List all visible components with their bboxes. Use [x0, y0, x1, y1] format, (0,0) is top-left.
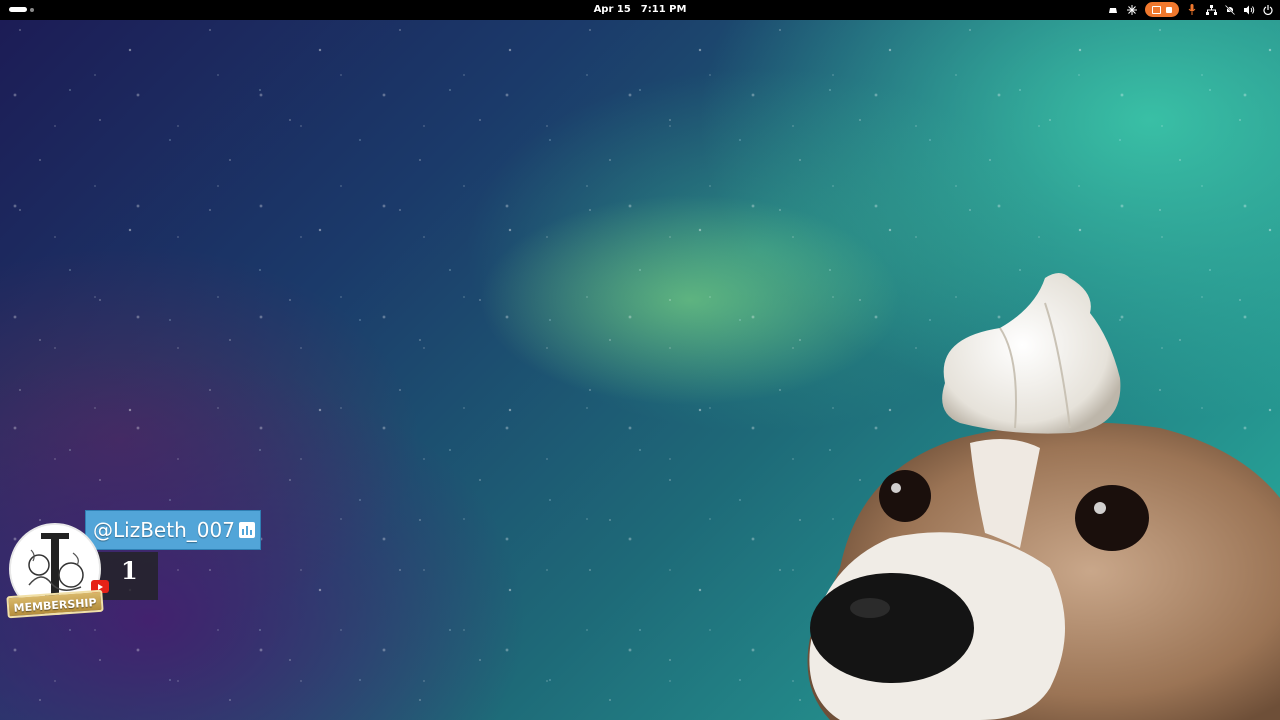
screencast-icon [1152, 5, 1161, 14]
workspace-indicator [30, 7, 34, 12]
clock-date[interactable]: Apr 15 [594, 4, 631, 15]
desktop[interactable]: Apr 15 7:11 PM @LizBeth_007 1 MEMBERSHIP [0, 0, 1280, 720]
date-time-menu: Apr 15 7:11 PM [0, 4, 1280, 15]
member-icon [238, 522, 255, 538]
membership-alert-widget: @LizBeth_007 1 MEMBERSHIP [6, 508, 266, 628]
system-tray[interactable] [1107, 2, 1274, 17]
ethernet-icon[interactable] [1107, 3, 1119, 17]
volume-icon[interactable] [1243, 3, 1255, 17]
workspace-indicator-active [9, 7, 27, 12]
username-banner: @LizBeth_007 [85, 510, 261, 550]
top-panel: Apr 15 7:11 PM [0, 0, 1280, 20]
membership-count: 1 [121, 556, 138, 585]
power-icon[interactable] [1262, 3, 1274, 17]
microphone-icon[interactable] [1186, 3, 1198, 17]
notifications-muted-icon[interactable] [1224, 3, 1236, 17]
screen-recording-indicator[interactable] [1145, 2, 1179, 17]
activities-button[interactable] [9, 7, 34, 12]
member-username: @LizBeth_007 [93, 518, 235, 542]
dog-with-garlic-image [800, 268, 1280, 720]
network-icon[interactable] [1205, 3, 1217, 17]
accessibility-icon[interactable] [1126, 3, 1138, 17]
clock-time[interactable]: 7:11 PM [641, 4, 687, 15]
stop-recording-icon [1166, 6, 1172, 13]
